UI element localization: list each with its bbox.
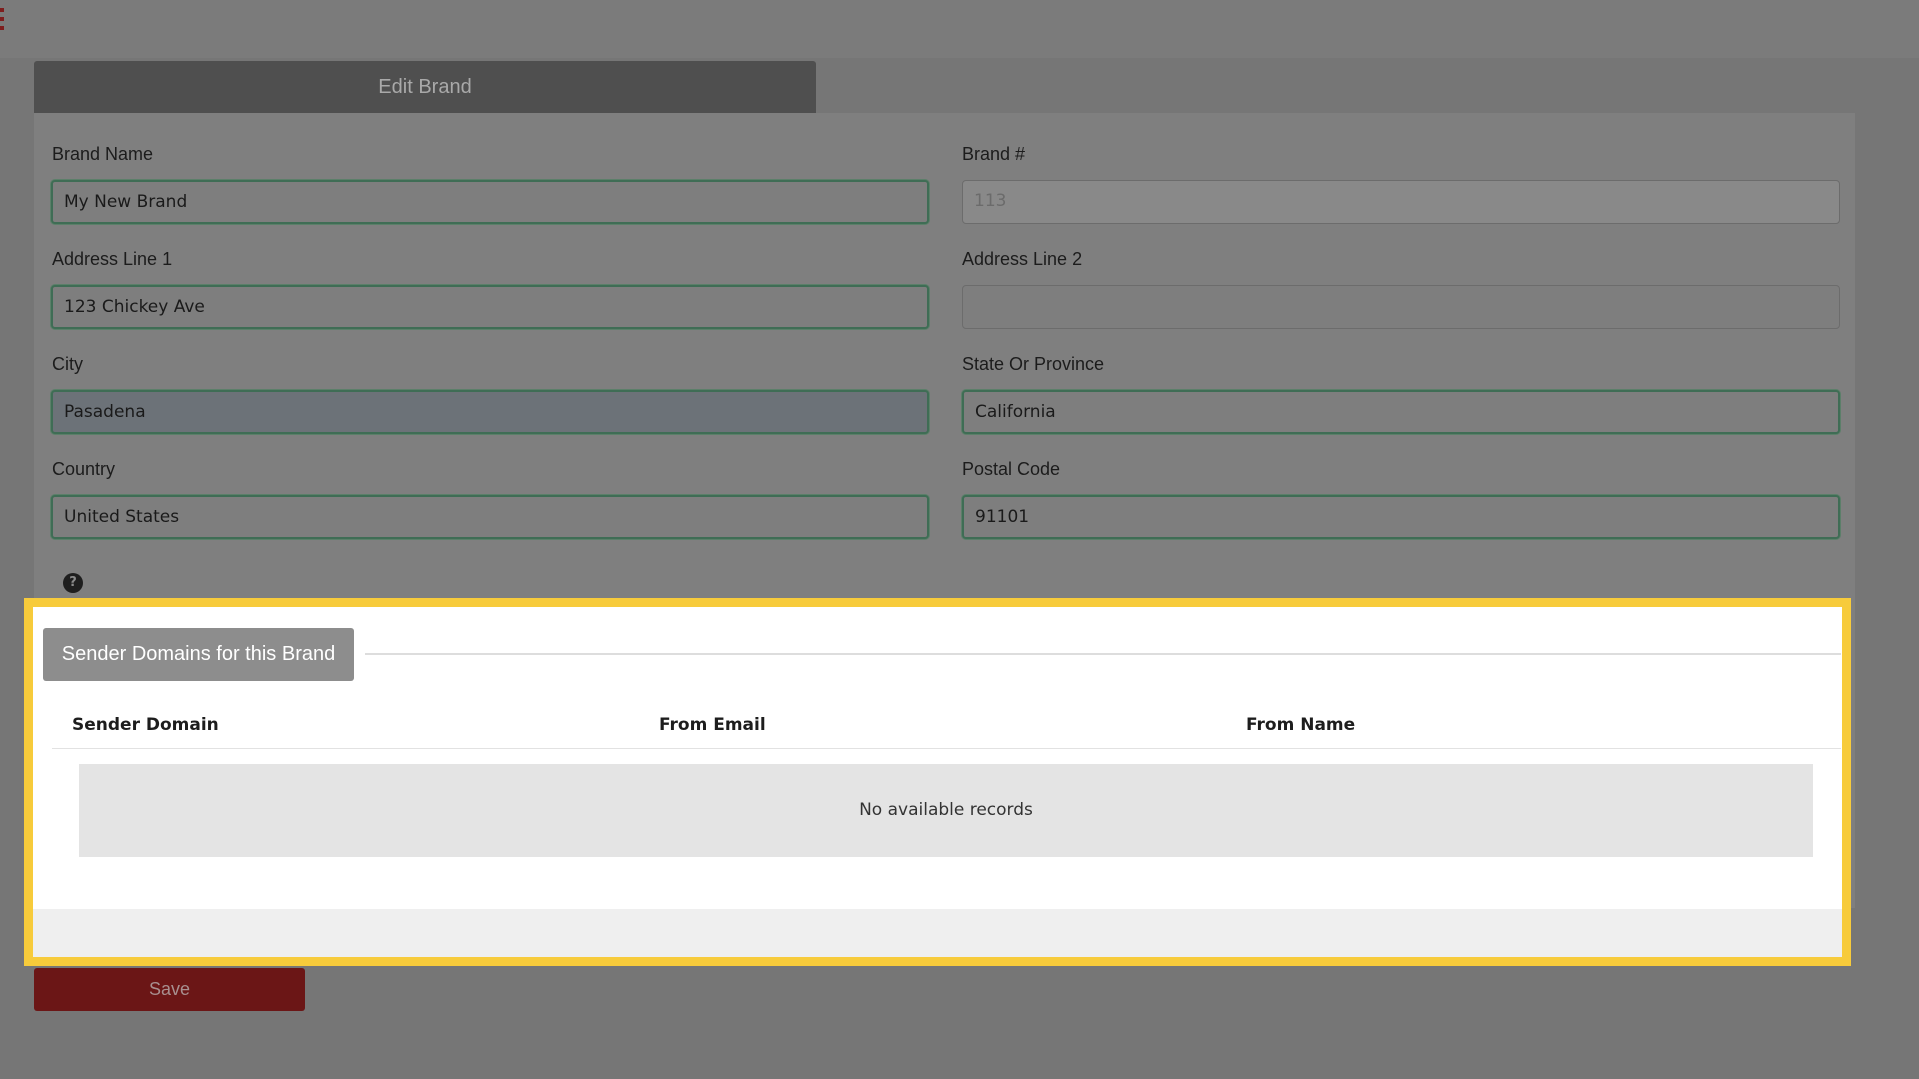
country-label: Country (52, 459, 116, 479)
state-input[interactable]: California (962, 390, 1840, 434)
address-line-1-input[interactable]: 123 Chickey Ave (51, 285, 929, 329)
top-bar (0, 0, 1919, 58)
section-divider (365, 653, 1841, 655)
table-header-divider (52, 748, 1841, 749)
column-header-from-email[interactable]: From Email (659, 713, 766, 737)
postal-code-label: Postal Code (962, 459, 1061, 479)
sender-domains-title: Sender Domains for this Brand (43, 628, 354, 681)
menu-icon[interactable] (0, 8, 5, 30)
empty-records-row: No available records (79, 764, 1813, 857)
section-footer (33, 909, 1842, 957)
question-icon[interactable]: ? (63, 573, 83, 593)
brand-number-input[interactable]: 113 (962, 180, 1840, 224)
column-header-from-name[interactable]: From Name (1246, 713, 1355, 737)
postal-code-input[interactable]: 91101 (962, 495, 1840, 539)
state-label: State Or Province (962, 354, 1105, 374)
address-line-1-label: Address Line 1 (52, 249, 173, 269)
city-input[interactable]: Pasadena (51, 390, 929, 434)
brand-name-input[interactable]: My New Brand (51, 180, 929, 224)
brand-number-label: Brand # (962, 144, 1026, 164)
country-input[interactable]: United States (51, 495, 929, 539)
address-line-2-label: Address Line 2 (962, 249, 1083, 269)
panel-title: Edit Brand (34, 61, 816, 113)
city-label: City (52, 354, 83, 374)
brand-name-label: Brand Name (52, 144, 154, 164)
save-button[interactable]: Save (34, 968, 305, 1011)
address-line-2-input[interactable] (962, 285, 1840, 329)
column-header-sender-domain[interactable]: Sender Domain (72, 713, 219, 737)
